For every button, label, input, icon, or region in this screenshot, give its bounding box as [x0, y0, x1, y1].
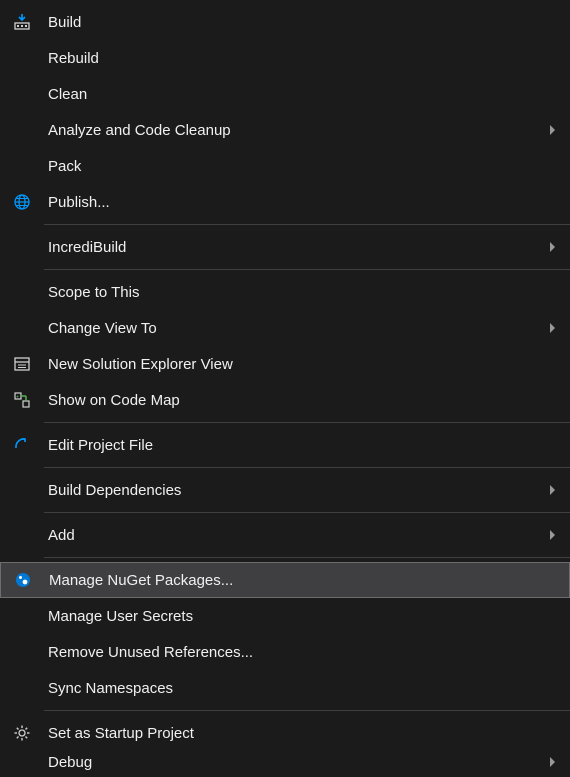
menu-item-build[interactable]: Build: [0, 4, 570, 40]
chevron-right-icon: [550, 125, 555, 135]
menu-item-edit-project-file[interactable]: Edit Project File: [0, 427, 570, 463]
menu-item-label: Debug: [44, 754, 542, 771]
menu-item-label: Build: [44, 14, 542, 31]
menu-item-sync-namespaces[interactable]: Sync Namespaces: [0, 670, 570, 706]
menu-item-label: Set as Startup Project: [44, 725, 542, 742]
menu-item-analyze-code-cleanup[interactable]: Analyze and Code Cleanup: [0, 112, 570, 148]
build-icon: [0, 13, 44, 31]
chevron-right-icon: [550, 242, 555, 252]
menu-separator: [44, 467, 570, 468]
menu-item-label: Rebuild: [44, 50, 542, 67]
menu-item-set-as-startup-project[interactable]: Set as Startup Project: [0, 715, 570, 751]
menu-separator: [44, 224, 570, 225]
menu-item-label: Analyze and Code Cleanup: [44, 122, 542, 139]
menu-item-debug[interactable]: Debug: [0, 751, 570, 773]
menu-item-manage-nuget-packages[interactable]: Manage NuGet Packages...: [0, 562, 570, 598]
menu-item-label: IncrediBuild: [44, 239, 542, 256]
menu-separator: [44, 557, 570, 558]
menu-item-label: New Solution Explorer View: [44, 356, 542, 373]
menu-item-add[interactable]: Add: [0, 517, 570, 553]
menu-item-label: Show on Code Map: [44, 392, 542, 409]
chevron-right-icon: [550, 530, 555, 540]
menu-item-build-dependencies[interactable]: Build Dependencies: [0, 472, 570, 508]
context-menu: Build Rebuild Clean Analyze and Code Cle…: [0, 0, 570, 777]
chevron-right-icon: [550, 757, 555, 767]
menu-item-manage-user-secrets[interactable]: Manage User Secrets: [0, 598, 570, 634]
gear-icon: [0, 724, 44, 742]
menu-separator: [44, 710, 570, 711]
menu-item-publish[interactable]: Publish...: [0, 184, 570, 220]
menu-separator: [44, 512, 570, 513]
chevron-right-icon: [550, 323, 555, 333]
menu-separator: [44, 269, 570, 270]
menu-item-label: Scope to This: [44, 284, 542, 301]
menu-item-label: Change View To: [44, 320, 542, 337]
window-icon: [0, 355, 44, 373]
menu-item-label: Manage User Secrets: [44, 608, 542, 625]
menu-item-label: Manage NuGet Packages...: [45, 572, 541, 589]
menu-item-label: Sync Namespaces: [44, 680, 542, 697]
svg-text:+: +: [16, 395, 19, 401]
menu-item-label: Clean: [44, 86, 542, 103]
nuget-icon: [1, 571, 45, 589]
menu-item-rebuild[interactable]: Rebuild: [0, 40, 570, 76]
menu-item-remove-unused-references[interactable]: Remove Unused References...: [0, 634, 570, 670]
menu-item-new-solution-explorer-view[interactable]: New Solution Explorer View: [0, 346, 570, 382]
menu-item-change-view-to[interactable]: Change View To: [0, 310, 570, 346]
globe-icon: [0, 193, 44, 211]
menu-separator: [44, 422, 570, 423]
menu-item-label: Add: [44, 527, 542, 544]
menu-item-label: Publish...: [44, 194, 542, 211]
chevron-right-icon: [550, 485, 555, 495]
menu-item-label: Edit Project File: [44, 437, 542, 454]
menu-item-label: Pack: [44, 158, 542, 175]
menu-item-pack[interactable]: Pack: [0, 148, 570, 184]
menu-item-scope-to-this[interactable]: Scope to This: [0, 274, 570, 310]
edit-icon: [0, 436, 44, 454]
menu-item-label: Build Dependencies: [44, 482, 542, 499]
codemap-icon: +: [0, 391, 44, 409]
menu-item-incredibuild[interactable]: IncrediBuild: [0, 229, 570, 265]
menu-item-clean[interactable]: Clean: [0, 76, 570, 112]
menu-item-label: Remove Unused References...: [44, 644, 542, 661]
menu-item-show-on-code-map[interactable]: + Show on Code Map: [0, 382, 570, 418]
